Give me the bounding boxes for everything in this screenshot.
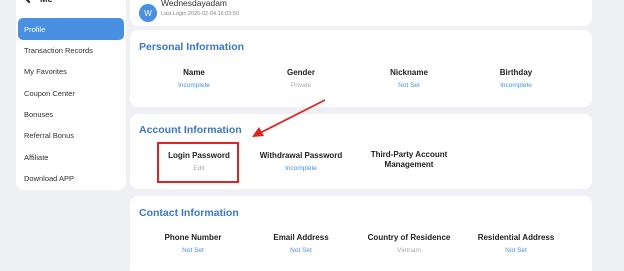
country-value: Vietnam bbox=[397, 247, 421, 254]
sidebar: Me Profile Transaction Records My Favori… bbox=[16, 0, 126, 190]
field-nickname: Nickname Not Set bbox=[359, 68, 459, 89]
section-title-contact: Contact Information bbox=[139, 207, 239, 219]
back-button[interactable]: Me bbox=[24, 0, 53, 6]
name-value-link[interactable]: Incomplete bbox=[144, 82, 244, 89]
chevron-left-icon[interactable] bbox=[24, 0, 34, 4]
field-label: Nickname bbox=[390, 68, 428, 77]
field-label: Gender bbox=[286, 68, 315, 77]
sidebar-item-referral-bonus[interactable]: Referral Bonus bbox=[18, 124, 124, 146]
gender-value[interactable]: Private bbox=[251, 82, 351, 89]
contact-info-card: Contact Information Phone Number Not Set… bbox=[130, 196, 592, 271]
nickname-value-link[interactable]: Not Set bbox=[359, 82, 459, 89]
phone-number-link[interactable]: Not Set bbox=[143, 247, 243, 254]
field-gender: Gender Private bbox=[251, 68, 351, 89]
field-label: Residential Address bbox=[477, 233, 555, 242]
field-label: Name bbox=[183, 68, 205, 77]
section-title-account: Account Information bbox=[139, 124, 242, 136]
last-login: Last Login 2026-02-04 16:03:50 bbox=[161, 11, 239, 17]
username: Wednesdayadam bbox=[161, 0, 227, 8]
sidebar-item-profile[interactable]: Profile bbox=[18, 18, 124, 40]
field-label: Phone Number bbox=[164, 233, 222, 242]
field-name: Name Incomplete bbox=[144, 68, 244, 89]
field-phone-number: Phone Number Not Set bbox=[143, 233, 243, 254]
sidebar-item-coupon-center[interactable]: Coupon Center bbox=[18, 82, 124, 104]
field-label: Country of Residence bbox=[367, 233, 451, 242]
annotation-highlight-box bbox=[157, 142, 239, 183]
sidebar-item-my-favorites[interactable]: My Favorites bbox=[18, 60, 124, 82]
field-third-party-account[interactable]: Third-Party Account Management bbox=[359, 150, 459, 170]
email-address-link[interactable]: Not Set bbox=[251, 247, 351, 254]
field-label: Birthday bbox=[499, 68, 533, 77]
section-title-personal: Personal Information bbox=[139, 41, 245, 53]
back-label: Me bbox=[40, 0, 53, 4]
avatar[interactable]: W bbox=[139, 4, 157, 22]
withdrawal-password-link[interactable]: Incomplete bbox=[251, 165, 351, 172]
field-residential-address: Residential Address Not Set bbox=[466, 233, 566, 254]
sidebar-item-bonuses[interactable]: Bonuses bbox=[18, 103, 124, 125]
personal-info-card: Personal Information Name Incomplete Gen… bbox=[130, 30, 592, 107]
residential-address-link[interactable]: Not Set bbox=[466, 247, 566, 254]
field-birthday: Birthday Incomplete bbox=[466, 68, 566, 89]
annotation-arrow-icon bbox=[252, 99, 326, 137]
user-card: W Wednesdayadam Last Login 2026-02-04 16… bbox=[130, 0, 592, 26]
field-email-address: Email Address Not Set bbox=[251, 233, 351, 254]
sidebar-item-transaction-records[interactable]: Transaction Records bbox=[18, 39, 124, 61]
field-label: Third-Party Account Management bbox=[370, 150, 448, 169]
field-country-of-residence: Country of Residence Vietnam bbox=[359, 233, 459, 254]
field-label: Email Address bbox=[273, 233, 329, 242]
birthday-value-link[interactable]: Incomplete bbox=[466, 82, 566, 89]
field-label: Withdrawal Password bbox=[259, 151, 343, 160]
sidebar-item-affiliate[interactable]: Affiliate bbox=[18, 146, 124, 168]
field-withdrawal-password: Withdrawal Password Incomplete bbox=[251, 151, 351, 172]
sidebar-item-download-app[interactable]: Download APP bbox=[18, 167, 124, 189]
